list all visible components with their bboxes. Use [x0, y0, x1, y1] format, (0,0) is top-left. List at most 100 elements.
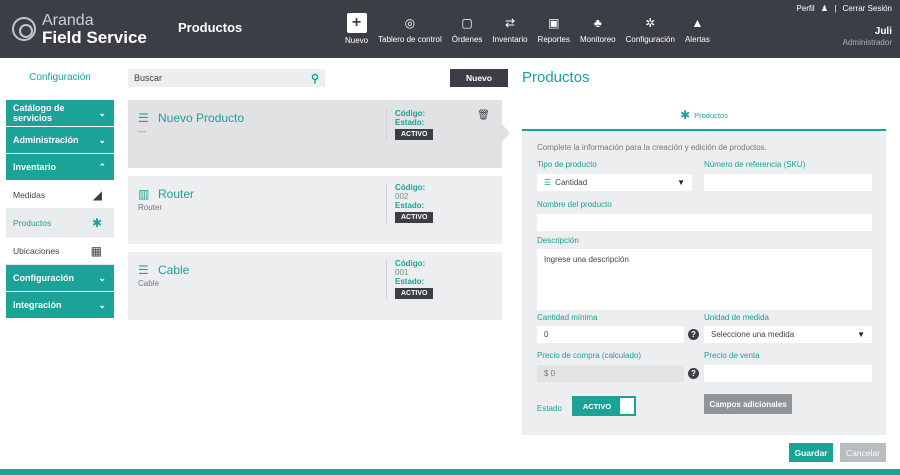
orders-icon: ▢	[461, 16, 473, 30]
min-quantity-input[interactable]: 0	[537, 326, 684, 343]
product-name-input[interactable]	[537, 214, 872, 231]
status-badge: ACTIVO	[395, 212, 434, 223]
help-icon[interactable]: ?	[688, 368, 699, 379]
sidebar-item-measures[interactable]: Medidas ◢	[6, 181, 114, 209]
list-item[interactable]: ▥ Router Router Código: 002 Estado: ACTI…	[128, 176, 502, 244]
chevron-down-icon: ⌄	[98, 134, 106, 145]
nav-dashboard-label: Tablero de control	[378, 35, 442, 44]
state-label: Estado:	[395, 201, 425, 210]
sku-input[interactable]	[704, 174, 872, 191]
list-item[interactable]: ☰ Cable Cable Código: 001 Estado: ACTIVO	[128, 252, 502, 320]
sidebar-group-inventory[interactable]: Inventario ⌃	[6, 154, 114, 181]
chevron-up-icon: ⌃	[98, 161, 106, 172]
top-bar: Aranda Field Service Productos + Nuevo ◎…	[0, 0, 900, 58]
code-value: 001	[395, 268, 409, 277]
plus-icon: +	[346, 13, 367, 33]
nav-new-label: Nuevo	[345, 36, 369, 45]
product-subtitle: ---	[138, 127, 146, 136]
code-label: Código:	[395, 259, 426, 268]
nav-inventory-label: Inventario	[492, 35, 528, 44]
profile-link[interactable]: Perfil	[796, 4, 814, 13]
nav-configuration-label: Configuración	[625, 35, 675, 44]
nav-orders[interactable]: ▢ Órdenes	[447, 0, 488, 58]
product-name-label: Nombre del producto	[537, 200, 612, 209]
state-toggle[interactable]: ACTIVO	[572, 396, 636, 416]
link-separator: |	[834, 4, 837, 13]
nav-inventory[interactable]: ⇄ Inventario	[487, 0, 532, 58]
sidebar-group-label: Configuración	[13, 273, 74, 283]
gear-icon: ✲	[645, 16, 656, 30]
search-input[interactable]: Buscar ⚲	[128, 69, 325, 87]
state-label: Estado:	[395, 118, 425, 127]
toggle-on-label: ACTIVO	[574, 398, 620, 414]
status-badge: ACTIVO	[395, 288, 434, 299]
sale-price-input[interactable]	[704, 365, 872, 382]
sidebar-group-label: Integración	[13, 300, 62, 310]
sidebar-item-products[interactable]: Productos ✱	[6, 209, 114, 237]
sidebar-heading: Configuración	[29, 72, 91, 83]
help-icon[interactable]: ?	[688, 329, 699, 340]
nav-configuration[interactable]: ✲ Configuración	[621, 0, 680, 58]
sidebar-group-administration[interactable]: Administración ⌄	[6, 127, 114, 154]
status-badge: ACTIVO	[395, 129, 434, 140]
trash-icon[interactable]: 🗑	[477, 110, 490, 121]
search-icon[interactable]: ⚲	[311, 72, 319, 85]
brand-line-2: Field Service	[42, 27, 147, 47]
section-title: Productos	[178, 20, 243, 35]
nav-monitoring[interactable]: ♣ Monitoreo	[575, 0, 621, 58]
detail-title: Productos	[522, 69, 590, 86]
sidebar-group-label: Catálogo de servicios	[13, 103, 65, 123]
products-icon: ✱	[680, 108, 691, 122]
ruler-icon: ◢	[92, 187, 102, 202]
nav-new[interactable]: + Nuevo	[340, 0, 373, 58]
nav-reports[interactable]: ▣ Reportes	[533, 0, 575, 58]
cancel-button[interactable]: Cancelar	[840, 443, 886, 462]
products-icon: ✱	[91, 215, 102, 230]
sidebar-group-configuration[interactable]: Configuración ⌄	[6, 265, 114, 292]
description-textarea[interactable]: Ingrese una descripción	[537, 249, 872, 310]
product-meta: Código: 002 Estado: ACTIVO	[386, 183, 434, 223]
sidebar-item-label: Medidas	[13, 189, 46, 200]
code-value: 002	[395, 192, 409, 201]
product-form: ✱ Productos Complete la información para…	[522, 101, 886, 435]
sidebar-item-locations[interactable]: Ubicaciones ▦	[6, 237, 114, 265]
search-placeholder: Buscar	[134, 73, 163, 83]
brand-logo[interactable]: Aranda Field Service	[0, 0, 158, 58]
selection-arrow	[502, 124, 510, 142]
sidebar-group-integration[interactable]: Integración ⌄	[6, 292, 114, 319]
nav-alerts[interactable]: ▲ Alertas	[680, 0, 715, 58]
dashboard-icon: ◎	[404, 16, 416, 30]
sidebar-group-catalog[interactable]: Catálogo de servicios ⌄	[6, 100, 114, 127]
inventory-icon: ⇄	[504, 16, 515, 30]
user-icon: ♟	[820, 4, 829, 13]
caret-down-icon: ▼	[857, 330, 865, 339]
product-subtitle: Cable	[138, 279, 159, 288]
user-area: Perfil ♟ | Cerrar Sesión Juli Administra…	[792, 4, 892, 47]
bell-icon: ▲	[691, 16, 704, 30]
quantity-product-icon: ☰	[138, 263, 149, 277]
sidebar-group-label: Administración	[13, 135, 79, 145]
reports-icon: ▣	[548, 16, 560, 30]
list-item[interactable]: ☰ Nuevo Producto --- Código: Estado: ACT…	[128, 100, 502, 168]
chevron-down-icon: ⌄	[98, 299, 106, 310]
caret-down-icon: ▼	[677, 178, 685, 187]
nav-monitoring-label: Monitoreo	[580, 35, 616, 44]
unit-select[interactable]: Seleccione una medida ▼	[704, 326, 872, 343]
new-product-button[interactable]: Nuevo	[450, 69, 508, 87]
sidebar-group-label: Inventario	[13, 162, 57, 172]
code-label: Código:	[395, 109, 426, 118]
product-type-label: Tipo de producto	[537, 160, 597, 169]
tab-products[interactable]: ✱ Productos	[522, 101, 886, 131]
user-role: Administrador	[842, 38, 892, 47]
purchase-price-label: Precio de compra (calculado)	[537, 351, 642, 360]
nav-dashboard[interactable]: ◎ Tablero de control	[373, 0, 447, 58]
extra-fields-button[interactable]: Campos adicionales	[704, 394, 792, 414]
brand-line-1: Aranda	[42, 11, 94, 29]
state-label: Estado:	[395, 277, 425, 286]
nav-alerts-label: Alertas	[684, 35, 710, 44]
bottom-strip	[0, 469, 900, 475]
logout-link[interactable]: Cerrar Sesión	[843, 4, 892, 13]
save-button[interactable]: Guardar	[789, 443, 833, 462]
product-type-select[interactable]: ☰ Cantidad ▼	[537, 174, 692, 191]
main-nav: + Nuevo ◎ Tablero de control ▢ Órdenes ⇄…	[340, 0, 715, 58]
